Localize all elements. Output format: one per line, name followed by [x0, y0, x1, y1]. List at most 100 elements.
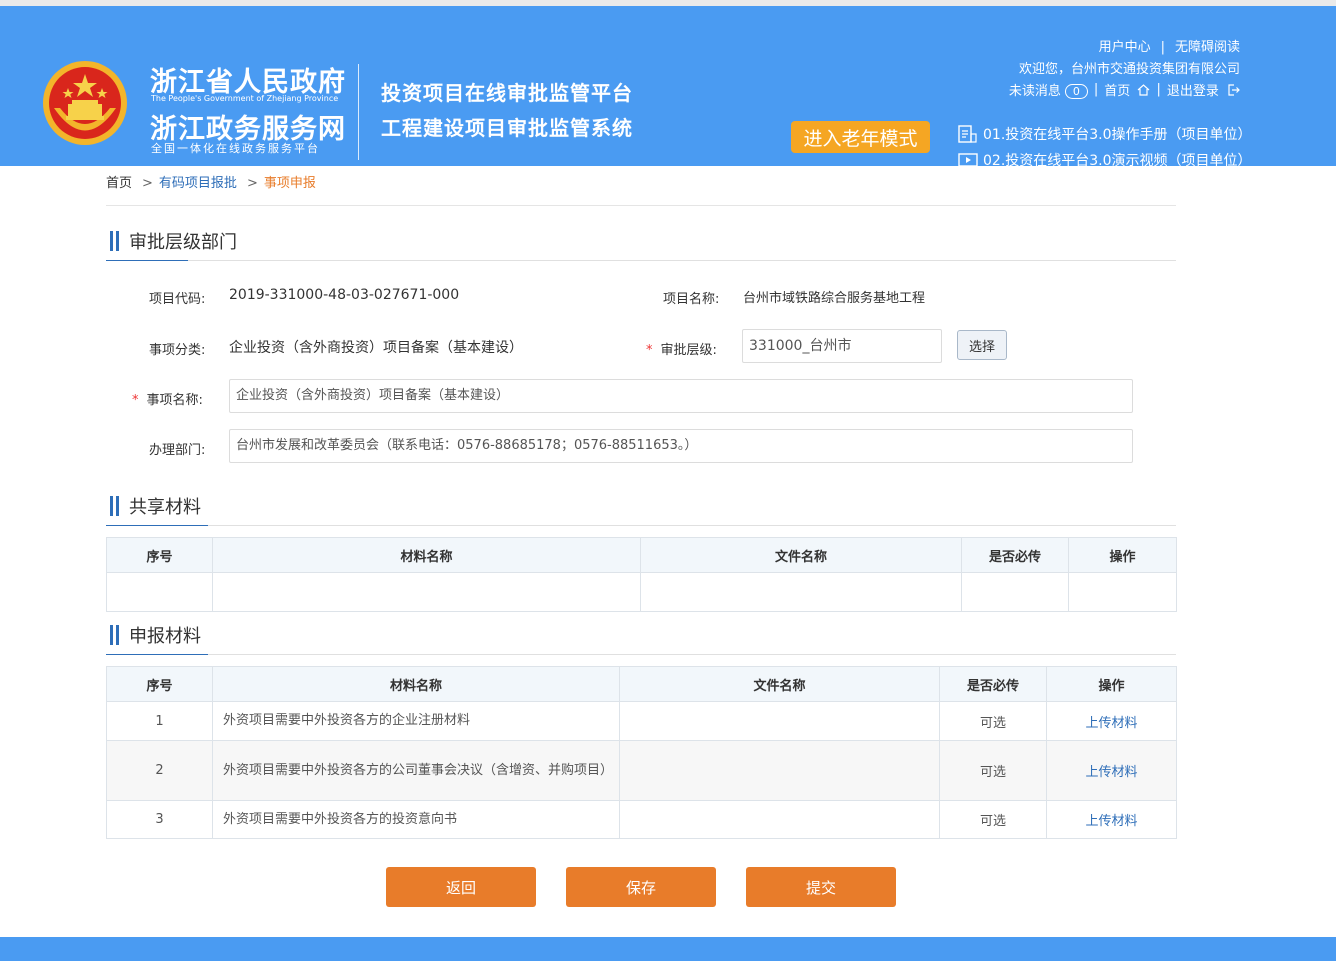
header-user-links: 未读消息 0 | 首页 | 退出登录	[1009, 80, 1240, 99]
item-name-input[interactable]: 企业投资（含外商投资）项目备案（基本建设）	[229, 379, 1133, 413]
project-name-value: 台州市域铁路综合服务基地工程	[743, 291, 926, 306]
video-link-label: 02.投资在线平台3.0演示视频（项目单位）	[983, 153, 1252, 169]
service-subtitle: 全国一体化在线政务服务平台	[151, 142, 320, 155]
manual-link[interactable]: 01.投资在线平台3.0操作手册（项目单位）	[958, 124, 1252, 144]
report-materials-table: 序号 材料名称 文件名称 是否必传 操作 1 外资项目需要中外投资各方的企业注册…	[106, 666, 1177, 839]
breadcrumb-home[interactable]: 首页	[106, 176, 132, 191]
item-name-label: * 事项名称:	[132, 389, 203, 408]
dept-input[interactable]: 台州市发展和改革委员会（联系电话：0576-88685178；0576-8851…	[229, 429, 1133, 463]
col-header-material: 材料名称	[212, 537, 641, 573]
table-row: 2 外资项目需要中外投资各方的公司董事会决议（含增资、并购项目） 可选 上传材料	[106, 740, 1177, 801]
table-cell	[212, 572, 641, 612]
upload-material-link[interactable]: 上传材料	[1085, 716, 1137, 731]
required-mark: *	[646, 343, 653, 358]
row-action: 上传材料	[1046, 800, 1177, 839]
col-header-action: 操作	[1046, 666, 1177, 702]
row-action: 上传材料	[1046, 701, 1177, 741]
submit-button[interactable]: 提交	[746, 867, 896, 907]
level-input[interactable]: 331000_台州市	[742, 329, 942, 363]
section-marker	[116, 231, 119, 251]
section-title-report: 申报材料	[110, 622, 201, 648]
upload-material-link[interactable]: 上传材料	[1085, 814, 1137, 829]
row-material-name: 外资项目需要中外投资各方的企业注册材料	[212, 701, 620, 741]
shared-materials-table: 序号 材料名称 文件名称 是否必传 操作	[106, 537, 1177, 612]
required-mark: *	[132, 393, 139, 408]
unread-messages-link[interactable]: 未读消息 0	[1009, 80, 1088, 99]
breadcrumb-arrow: >	[142, 176, 153, 191]
link-separator: |	[1093, 82, 1099, 97]
logout-icon	[1228, 84, 1240, 96]
logout-label: 退出登录	[1166, 84, 1219, 99]
video-icon	[958, 153, 978, 167]
col-header-action: 操作	[1068, 537, 1177, 573]
section-divider-accent	[106, 654, 208, 655]
section-title-text: 申报材料	[129, 626, 201, 647]
unread-count-badge: 0	[1064, 84, 1088, 99]
dept-label: 办理部门:	[149, 443, 206, 458]
logout-link[interactable]: 退出登录	[1167, 80, 1240, 99]
upload-material-link[interactable]: 上传材料	[1085, 765, 1137, 780]
user-center-link[interactable]: 用户中心	[1099, 40, 1151, 55]
row-no: 1	[106, 701, 213, 741]
breadcrumb-current: 事项申报	[263, 176, 316, 191]
header-divider	[358, 64, 359, 160]
row-no: 2	[106, 740, 213, 801]
elder-mode-button[interactable]: 进入老年模式	[791, 121, 930, 153]
section-marker	[110, 231, 113, 251]
save-button[interactable]: 保存	[566, 867, 716, 907]
link-separator: |	[1156, 82, 1161, 97]
section-marker	[110, 496, 113, 516]
system-title: 工程建设项目审批监管系统	[381, 116, 633, 140]
col-header-required: 是否必传	[939, 666, 1047, 702]
project-code-value: 2019-331000-48-03-027671-000	[229, 287, 460, 303]
site-footer	[0, 937, 1336, 961]
site-header: 浙江省人民政府 The People's Government of Zheji…	[0, 6, 1336, 169]
col-header-no: 序号	[106, 666, 213, 702]
breadcrumb-arrow: >	[246, 176, 258, 191]
col-header-file: 文件名称	[640, 537, 962, 573]
section-title-text: 共享材料	[129, 497, 201, 518]
project-code-label: 项目代码:	[149, 292, 206, 307]
row-file-name	[619, 701, 940, 741]
row-material-name: 外资项目需要中外投资各方的投资意向书	[212, 800, 620, 839]
breadcrumb-divider	[106, 205, 1176, 206]
row-file-name	[619, 800, 940, 839]
row-material-name: 外资项目需要中外投资各方的公司董事会决议（含增资、并购项目）	[212, 740, 620, 801]
row-required: 可选	[939, 701, 1047, 741]
link-separator: |	[1160, 40, 1165, 55]
home-label: 首页	[1104, 84, 1131, 99]
welcome-text: 欢迎您，台州市交通投资集团有限公司	[1018, 62, 1240, 77]
table-row-empty	[106, 572, 1177, 612]
video-link[interactable]: 02.投资在线平台3.0演示视频（项目单位）	[958, 150, 1252, 170]
back-button[interactable]: 返回	[386, 867, 536, 907]
home-icon	[1138, 84, 1150, 96]
accessible-reading-link[interactable]: 无障碍阅读	[1175, 40, 1240, 55]
category-label: 事项分类:	[149, 343, 206, 358]
document-icon	[958, 125, 977, 143]
section-title-shared: 共享材料	[110, 493, 201, 519]
select-level-button[interactable]: 选择	[957, 330, 1007, 360]
header-top-links: 用户中心 | 无障碍阅读	[1099, 36, 1240, 55]
col-header-no: 序号	[106, 537, 213, 573]
section-divider-accent	[106, 525, 208, 526]
section-title-text: 审批层级部门	[129, 232, 237, 253]
category-value: 企业投资（含外商投资）项目备案（基本建设）	[229, 340, 523, 356]
section-divider-accent	[106, 260, 188, 261]
unread-label: 未读消息	[1008, 84, 1061, 99]
table-row: 1 外资项目需要中外投资各方的企业注册材料 可选 上传材料	[106, 701, 1177, 741]
home-link[interactable]: 首页	[1104, 80, 1150, 99]
col-header-required: 是否必传	[961, 537, 1069, 573]
manual-link-label: 01.投资在线平台3.0操作手册（项目单位）	[983, 127, 1252, 143]
table-cell	[106, 572, 213, 612]
section-divider	[106, 260, 1176, 261]
table-cell	[640, 572, 962, 612]
section-marker	[110, 625, 113, 645]
breadcrumb-level2[interactable]: 有码项目报批	[159, 176, 237, 191]
section-divider	[106, 525, 1176, 526]
row-required: 可选	[939, 740, 1047, 801]
platform-title: 投资项目在线审批监管平台	[381, 81, 633, 105]
project-name-label: 项目名称:	[663, 292, 720, 307]
item-name-label-text: 事项名称:	[146, 393, 203, 408]
section-title-dept: 审批层级部门	[110, 228, 237, 254]
table-row: 3 外资项目需要中外投资各方的投资意向书 可选 上传材料	[106, 800, 1177, 839]
